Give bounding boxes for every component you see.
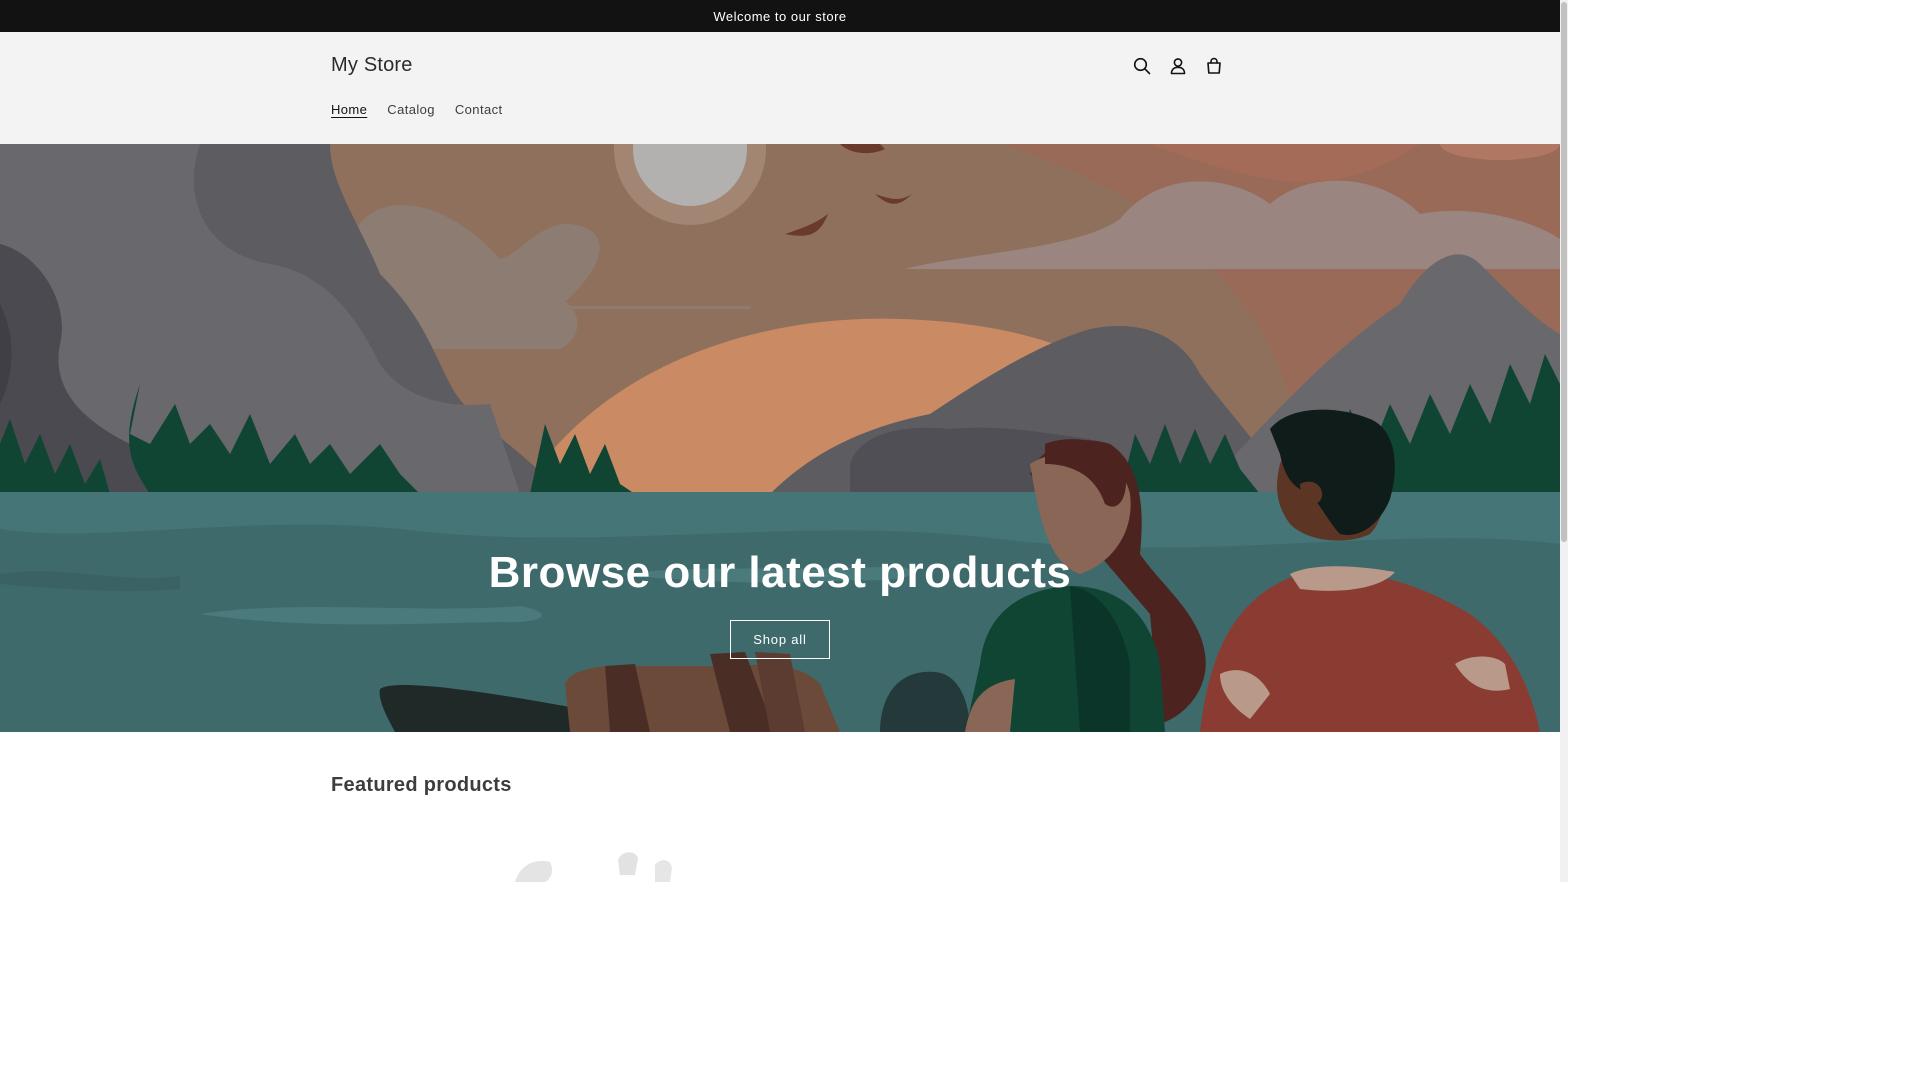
account-button[interactable] bbox=[1160, 48, 1196, 84]
announcement-text: Welcome to our store bbox=[713, 8, 847, 24]
hero-banner: Browse our latest products Shop all bbox=[0, 144, 1560, 732]
account-icon bbox=[1170, 58, 1186, 75]
page-scrollbar[interactable] bbox=[1560, 0, 1568, 882]
nav-home[interactable]: Home bbox=[321, 98, 377, 121]
featured-products-heading: Featured products bbox=[331, 774, 512, 796]
scrollbar-thumb[interactable] bbox=[1561, 2, 1567, 542]
hero-title: Browse our latest products bbox=[488, 548, 1072, 597]
cart-button[interactable] bbox=[1196, 48, 1232, 84]
site-header: My Store Home Catalog Contact bbox=[0, 32, 1560, 144]
main-nav: Home Catalog Contact bbox=[321, 98, 513, 121]
nav-catalog[interactable]: Catalog bbox=[377, 98, 445, 121]
search-button[interactable] bbox=[1124, 48, 1160, 84]
shop-all-button[interactable]: Shop all bbox=[730, 620, 830, 659]
cart-icon bbox=[1207, 57, 1221, 74]
announcement-bar: Welcome to our store bbox=[0, 0, 1560, 32]
store-logo[interactable]: My Store bbox=[331, 54, 413, 77]
search-icon bbox=[1133, 57, 1151, 75]
product-image-peek bbox=[515, 852, 672, 882]
nav-contact[interactable]: Contact bbox=[445, 98, 513, 121]
header-icons bbox=[1124, 48, 1232, 84]
